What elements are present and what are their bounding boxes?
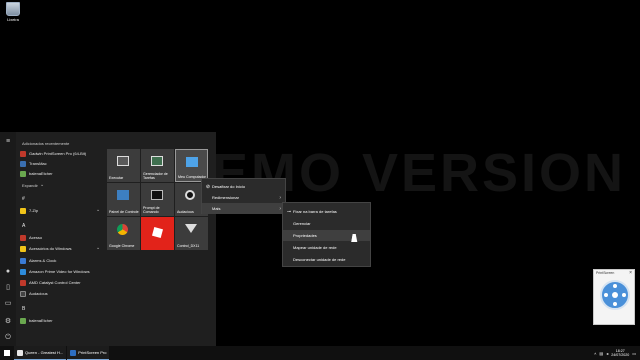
- notifications-icon[interactable]: ▭: [632, 351, 636, 356]
- list-item[interactable]: Amazon Prime Video for Windows: [20, 267, 108, 276]
- amd-icon: [20, 279, 26, 286]
- tile-roblox[interactable]: [141, 217, 174, 250]
- menu-item-resize[interactable]: Redimensionar ›: [202, 192, 285, 203]
- browser-icon: [17, 349, 23, 356]
- tile-control-dx11[interactable]: Control_DX11: [175, 217, 208, 250]
- tile-run[interactable]: Executar: [107, 149, 140, 182]
- menu-item-map-network-drive[interactable]: Mapear unidade de rede: [283, 242, 370, 253]
- chevron-down-icon[interactable]: ⌄: [96, 207, 100, 213]
- tile-context-menu: ⊘ Desafixar do Início Redimensionar › Ma…: [201, 178, 286, 214]
- dial-left-icon[interactable]: [604, 293, 608, 297]
- list-item[interactable]: Acesso: [20, 233, 108, 242]
- list-item[interactable]: Audacious: [20, 289, 108, 298]
- network-icon[interactable]: ▤: [599, 351, 603, 356]
- printscreen-icon: [20, 150, 26, 157]
- power-icon[interactable]: ⏻: [4, 334, 12, 342]
- unpin-icon: ⊘: [205, 183, 211, 190]
- prime-video-icon: [20, 268, 26, 275]
- recent-section-title: Adicionados recentemente: [22, 141, 70, 146]
- computer-icon: [186, 157, 198, 167]
- start-button[interactable]: [0, 346, 14, 360]
- printscreen-widget[interactable]: PrintScreen ×: [593, 269, 635, 325]
- chevron-down-icon[interactable]: ⌄: [96, 245, 100, 251]
- dial-top-icon[interactable]: [613, 284, 617, 288]
- pin-icon: ⊸: [286, 208, 292, 215]
- windows-logo-icon: [4, 350, 10, 356]
- transmac-icon: [20, 160, 26, 167]
- list-item[interactable]: 7-Zip: [20, 206, 108, 215]
- menu-item-disconnect-network-drive[interactable]: Desconectar unidade de rede: [283, 254, 370, 265]
- balenaetcher-icon: [20, 317, 26, 324]
- recycle-bin-label: Lixeira: [7, 17, 19, 22]
- tile-command-prompt[interactable]: Prompt de Comando: [141, 183, 174, 216]
- list-item[interactable]: Alarms & Clock: [20, 256, 108, 265]
- letter-header-b[interactable]: B: [22, 306, 25, 312]
- folder-icon: [20, 245, 26, 252]
- task-manager-icon: [151, 156, 163, 166]
- clock[interactable]: 18:27 24/07/2020: [611, 349, 629, 358]
- taskbar-app-queen[interactable]: Queen - Greatest H...: [14, 346, 67, 360]
- documents-icon[interactable]: ▯: [4, 284, 12, 292]
- control-dx11-icon: [185, 224, 197, 233]
- access-icon: [20, 234, 26, 241]
- capture-button[interactable]: [612, 292, 618, 298]
- roblox-icon: [151, 226, 164, 239]
- printscreen-icon: [70, 349, 77, 356]
- start-rail: ≡ ● ▯ ▭ ⚙ ⏻: [0, 132, 16, 346]
- user-avatar-icon[interactable]: ●: [4, 268, 12, 276]
- command-prompt-icon: [151, 190, 163, 200]
- menu-item-more[interactable]: Mais ›: [202, 203, 285, 214]
- hamburger-icon[interactable]: ≡: [4, 138, 12, 146]
- tile-task-manager[interactable]: Gerenciador de Tarefas: [141, 149, 174, 182]
- list-item[interactable]: Gadwin PrintScreen Pro (64-Bit): [20, 149, 108, 158]
- capture-dial[interactable]: [600, 280, 630, 310]
- list-item[interactable]: AMD Catalyst Control Center: [20, 278, 108, 287]
- close-icon[interactable]: ×: [629, 270, 632, 276]
- run-icon: [117, 156, 129, 166]
- chevron-right-icon: ›: [279, 205, 281, 212]
- chevron-right-icon: ›: [279, 194, 281, 201]
- recycle-bin-icon: [6, 2, 20, 16]
- menu-item-unpin[interactable]: ⊘ Desafixar do Início: [202, 181, 285, 192]
- list-item[interactable]: balenaEtcher: [20, 316, 108, 325]
- balenaetcher-icon: [20, 170, 26, 177]
- chevron-down-icon[interactable]: ⌄: [40, 182, 44, 188]
- folder-icon: [20, 207, 26, 214]
- app-list: Adicionados recentemente Gadwin PrintScr…: [18, 132, 104, 346]
- dial-right-icon[interactable]: [622, 293, 626, 297]
- system-tray: ˄ ▤ ◂ 18:27 24/07/2020 ▭: [594, 346, 636, 360]
- list-item[interactable]: Acessórios do Windows: [20, 244, 108, 253]
- menu-item-manage[interactable]: Gerenciar: [283, 218, 370, 229]
- list-item[interactable]: TransMac: [20, 159, 108, 168]
- settings-icon[interactable]: ⚙: [4, 318, 12, 326]
- expand-button[interactable]: Expandir: [22, 183, 38, 188]
- tile-google-chrome[interactable]: Google Chrome: [107, 217, 140, 250]
- chevron-up-icon[interactable]: ˄: [594, 351, 596, 356]
- audacious-icon: [20, 290, 26, 297]
- letter-header-hash[interactable]: #: [22, 196, 25, 202]
- start-menu: ≡ ● ▯ ▭ ⚙ ⏻ Adicionados recentemente Gad…: [0, 132, 216, 346]
- recycle-bin-shortcut[interactable]: Lixeira: [2, 2, 24, 22]
- audacious-icon: [185, 190, 195, 200]
- volume-icon[interactable]: ◂: [606, 351, 608, 356]
- chrome-icon: [117, 224, 128, 235]
- list-item[interactable]: balenaEtcher: [20, 169, 108, 178]
- taskbar-app-printscreen[interactable]: PrintScreen Pro: [67, 346, 110, 360]
- control-panel-icon: [117, 190, 129, 200]
- clock-date: 24/07/2020: [611, 353, 630, 357]
- pictures-icon[interactable]: ▭: [4, 300, 12, 308]
- widget-title: PrintScreen: [596, 271, 615, 275]
- alarm-clock-icon: [20, 257, 26, 264]
- taskbar: Queen - Greatest H... PrintScreen Pro ˄ …: [0, 346, 640, 360]
- menu-item-pin-taskbar[interactable]: ⊸ Fixar na barra de tarefas: [283, 206, 370, 217]
- letter-header-a[interactable]: A: [22, 223, 25, 229]
- dial-bottom-icon[interactable]: [613, 302, 617, 306]
- tile-control-panel[interactable]: Painel de Controle: [107, 183, 140, 216]
